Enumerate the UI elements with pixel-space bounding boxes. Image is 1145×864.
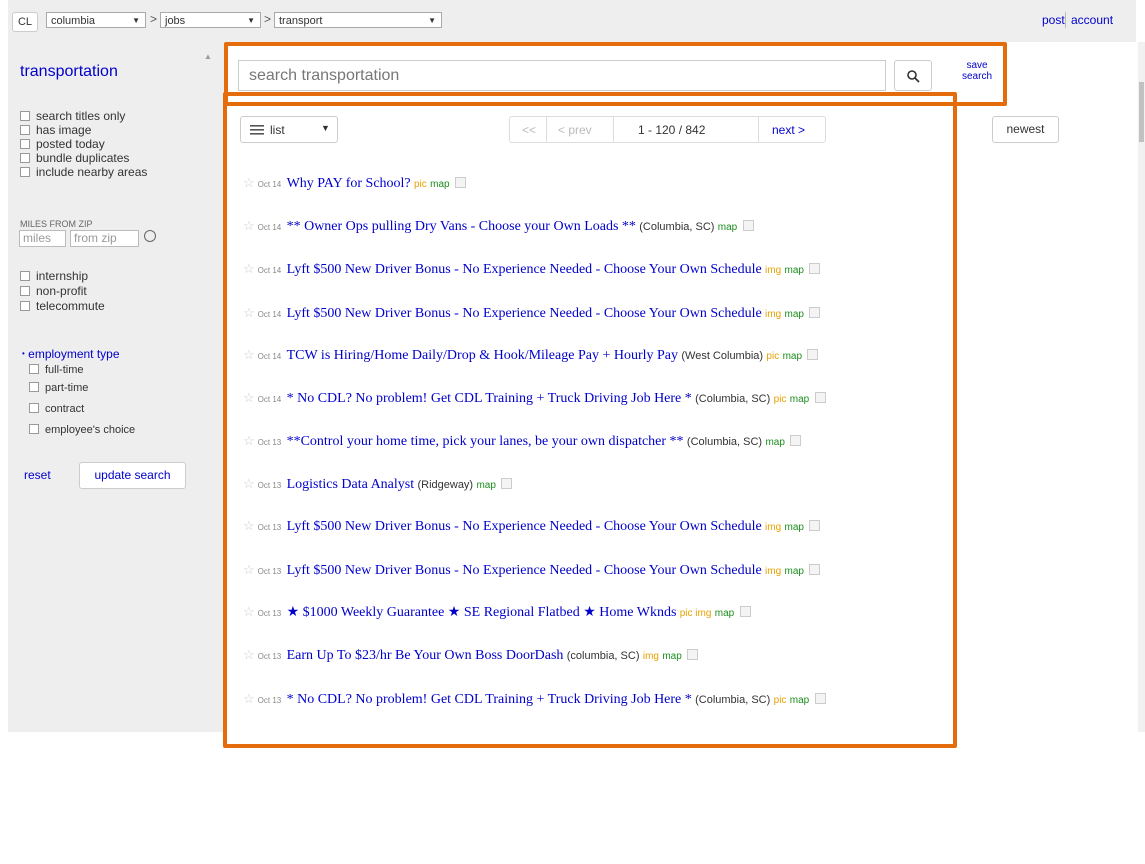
bullet-icon: •: [22, 349, 25, 358]
page-scrollbar[interactable]: [1138, 42, 1145, 732]
option-posted-today[interactable]: posted today: [20, 138, 105, 151]
top-bar: CL columbia ▼ > jobs ▼ > transport ▼ pos…: [8, 0, 1136, 42]
checkbox[interactable]: [29, 364, 39, 374]
sort-select[interactable]: newest: [992, 116, 1059, 143]
divider: [1065, 12, 1066, 28]
category-select-value: jobs: [165, 15, 186, 27]
checkbox[interactable]: [20, 153, 30, 163]
search-filters-sidebar: transportation search titles only has im…: [8, 42, 198, 732]
update-search-button[interactable]: update search: [79, 462, 186, 489]
checkbox[interactable]: [20, 167, 30, 177]
checkbox[interactable]: [20, 139, 30, 149]
chevron-down-icon: ▼: [428, 16, 436, 25]
miles-input[interactable]: miles: [19, 230, 66, 247]
chevron-down-icon: ▼: [132, 16, 140, 25]
option-internship[interactable]: internship: [20, 270, 88, 283]
post-link[interactable]: post: [1042, 13, 1065, 27]
checkbox[interactable]: [29, 424, 39, 434]
reset-link[interactable]: reset: [24, 468, 51, 482]
area-select[interactable]: columbia ▼: [46, 12, 146, 28]
results-highlight: [223, 92, 957, 748]
option-bundle-duplicates[interactable]: bundle duplicates: [20, 152, 129, 165]
option-include-nearby-areas[interactable]: include nearby areas: [20, 166, 147, 179]
sidebar-scroll-strip: [198, 42, 226, 732]
option-has-image[interactable]: has image: [20, 124, 91, 137]
account-link[interactable]: account: [1071, 13, 1113, 27]
checkbox[interactable]: [20, 271, 30, 281]
option-non-profit[interactable]: non-profit: [20, 285, 87, 298]
breadcrumb-separator: >: [264, 12, 272, 26]
scrollbar-thumb[interactable]: [1139, 82, 1144, 142]
checkbox[interactable]: [20, 125, 30, 135]
area-select-value: columbia: [51, 15, 96, 27]
checkbox[interactable]: [20, 301, 30, 311]
option-employees-choice[interactable]: employee's choice: [29, 424, 135, 437]
subcategory-select-value: transport: [279, 15, 323, 27]
zip-input[interactable]: from zip: [70, 230, 139, 247]
option-full-time[interactable]: full-time: [29, 364, 84, 377]
checkbox[interactable]: [29, 403, 39, 413]
checkbox[interactable]: [20, 286, 30, 296]
category-select[interactable]: jobs ▼: [160, 12, 261, 28]
craigslist-logo[interactable]: CL: [12, 12, 38, 32]
option-part-time[interactable]: part-time: [29, 382, 88, 395]
option-contract[interactable]: contract: [29, 403, 84, 416]
locate-me-icon[interactable]: [144, 230, 156, 242]
subcategory-select[interactable]: transport ▼: [274, 12, 442, 28]
option-telecommute[interactable]: telecommute: [20, 300, 105, 313]
category-title[interactable]: transportation: [20, 63, 118, 81]
chevron-down-icon: ▼: [247, 16, 255, 25]
checkbox[interactable]: [29, 382, 39, 392]
checkbox[interactable]: [20, 111, 30, 121]
option-search-titles-only[interactable]: search titles only: [20, 110, 125, 123]
miles-from-zip-label: MILES FROM ZIP: [20, 219, 93, 229]
scroll-up-icon[interactable]: ▲: [204, 52, 212, 61]
breadcrumb-separator: >: [150, 12, 158, 26]
employment-type-toggle[interactable]: • employment type: [22, 347, 120, 361]
